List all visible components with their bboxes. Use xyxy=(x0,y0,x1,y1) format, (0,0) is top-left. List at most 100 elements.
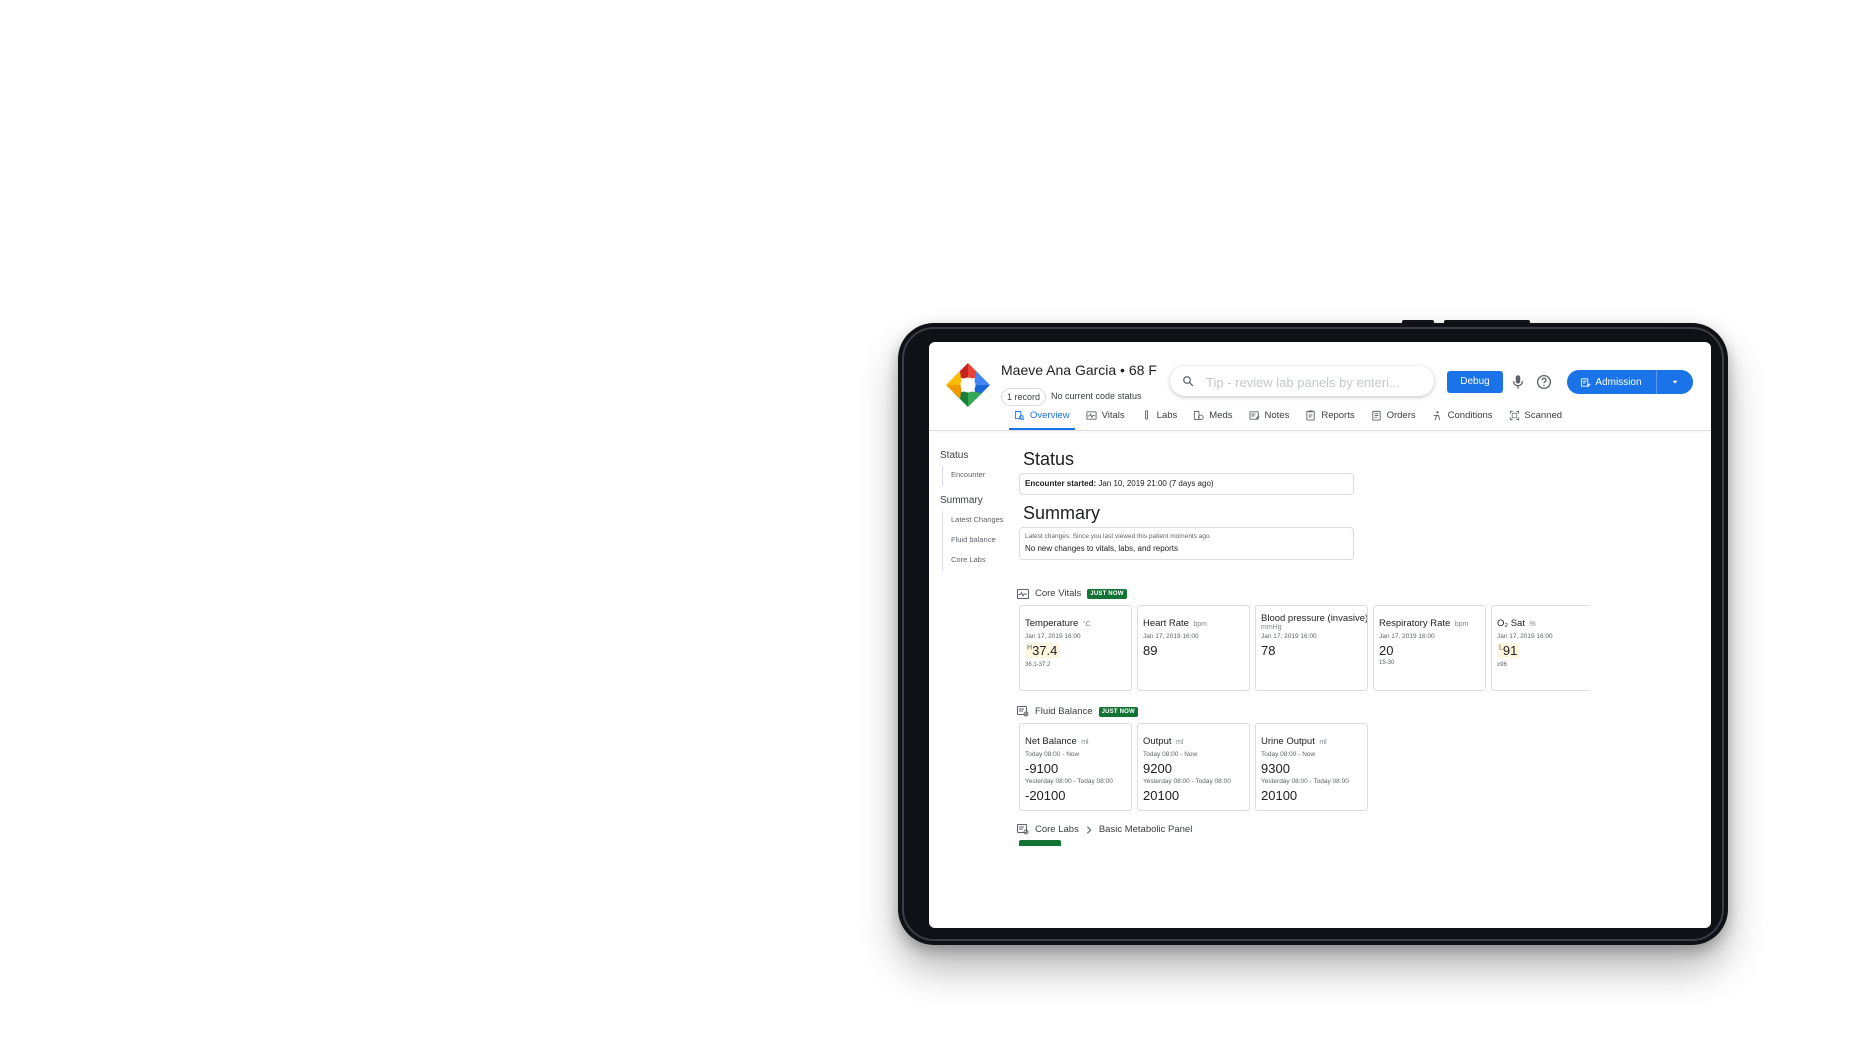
nav-item-encounter[interactable]: Encounter xyxy=(943,466,1006,486)
core-vitals-header[interactable]: Core Vitals JUST NOW xyxy=(1017,588,1127,599)
card-title: Temperature xyxy=(1025,618,1079,629)
vital-card-o2-sat[interactable]: O₂ Sat % Jan 17, 2019 16:00 L91 ≥96 xyxy=(1491,605,1591,691)
card-date: Jan 17, 2019 16:00 xyxy=(1261,633,1317,640)
card-period: Yesterday 08:00 - Today 08:00 xyxy=(1261,778,1349,785)
summary-heading: Summary xyxy=(1023,503,1101,523)
notes-icon xyxy=(1248,410,1260,420)
fluid-balance-header[interactable]: Fluid Balance JUST NOW xyxy=(1017,706,1138,717)
conditions-icon xyxy=(1433,410,1440,420)
admission-button[interactable]: Admission xyxy=(1567,370,1655,394)
search-icon xyxy=(1183,376,1194,387)
vital-card-respiratory-rate[interactable]: Respiratory Rate bpm Jan 17, 2019 16:00 … xyxy=(1373,605,1486,691)
vitals-icon xyxy=(1086,410,1097,420)
chevron-right-icon xyxy=(1086,825,1092,834)
fluid-card-output[interactable]: Output ml Today 08:00 - Now 9200 Yesterd… xyxy=(1137,723,1250,811)
help-icon[interactable] xyxy=(1535,373,1553,391)
card-unit: ml xyxy=(1175,739,1184,746)
tab-label: Labs xyxy=(1156,409,1178,421)
nav-item-latest-changes[interactable]: Latest Changes xyxy=(943,511,1006,531)
card-date: Jan 17, 2019 16:00 xyxy=(1379,633,1435,640)
vital-card-blood-pressure[interactable]: Blood pressure (invasive) mmHg Jan 17, 2… xyxy=(1255,605,1368,691)
card-title: Heart Rate xyxy=(1143,618,1189,629)
card-range: 15-30 xyxy=(1379,660,1395,666)
tab-orders[interactable]: Orders xyxy=(1363,402,1424,428)
nav-heading-status[interactable]: Status xyxy=(940,450,1006,463)
card-unit: % xyxy=(1529,621,1536,628)
card-value: 20100 xyxy=(1261,788,1298,803)
fluid-balance-title: Fluid Balance xyxy=(1035,706,1093,717)
nav-heading-summary[interactable]: Summary xyxy=(940,495,1006,508)
tab-labs[interactable]: Labs xyxy=(1133,402,1186,428)
admission-split-button[interactable]: Admission xyxy=(1567,370,1693,394)
card-value: 9300 xyxy=(1261,761,1290,776)
card-date: Jan 17, 2019 16:00 xyxy=(1497,633,1553,640)
admission-icon xyxy=(1581,377,1591,387)
labs-icon xyxy=(1144,409,1148,420)
vital-card-temperature[interactable]: Temperature °C Jan 17, 2019 16:00 H37.4 … xyxy=(1019,605,1132,691)
nav-item-core-labs[interactable]: Core Labs xyxy=(943,551,1006,571)
card-value: 20100 xyxy=(1143,788,1180,803)
tab-conditions[interactable]: Conditions xyxy=(1424,402,1501,428)
core-vitals-title: Core Vitals xyxy=(1035,588,1082,599)
orders-icon xyxy=(1371,410,1381,421)
patient-name: Maeve Ana Garcia • 68 F xyxy=(1001,362,1157,378)
section-nav: Status Encounter Summary Latest Changes … xyxy=(940,450,1006,580)
debug-button[interactable]: Debug xyxy=(1447,371,1503,393)
card-title: Urine Output xyxy=(1261,736,1315,747)
meds-icon xyxy=(1194,410,1204,420)
card-date: Jan 17, 2019 16:00 xyxy=(1025,633,1081,640)
tablet-button xyxy=(1402,320,1434,324)
tab-notes[interactable]: Notes xyxy=(1241,402,1298,428)
tab-label: Orders xyxy=(1386,409,1416,421)
header-divider xyxy=(929,430,1711,431)
card-value: 78 xyxy=(1261,643,1276,658)
card-unit: bpm xyxy=(1193,621,1208,628)
card-period: Today 08:00 - Now xyxy=(1143,751,1198,758)
card-title: O₂ Sat xyxy=(1497,618,1525,629)
nav-group-summary: Latest Changes Fluid balance Core Labs xyxy=(942,511,1006,571)
tab-reports[interactable]: Reports xyxy=(1297,402,1362,428)
overview-icon xyxy=(1014,410,1025,420)
fluid-card-net-balance[interactable]: Net Balance ml Today 08:00 - Now -9100 Y… xyxy=(1019,723,1132,811)
tab-label: Overview xyxy=(1030,409,1070,421)
card-unit: mmHg xyxy=(1261,624,1282,631)
core-labs-icon xyxy=(1017,824,1029,835)
code-status: No current code status xyxy=(1051,391,1142,401)
tab-label: Meds xyxy=(1209,409,1233,421)
card-title: Respiratory Rate xyxy=(1379,618,1451,629)
search-input[interactable] xyxy=(1204,372,1428,392)
core-labs-header[interactable]: Core Labs Basic Metabolic Panel xyxy=(1017,824,1192,835)
fluid-card-urine-output[interactable]: Urine Output ml Today 08:00 - Now 9300 Y… xyxy=(1255,723,1368,811)
tab-scanned[interactable]: Scanned xyxy=(1501,402,1571,428)
tablet-frame: Maeve Ana Garcia • 68 F 1 record No curr… xyxy=(898,320,1728,945)
tab-label: Reports xyxy=(1321,409,1355,421)
latest-changes-box: Latest changes: Since you last viewed th… xyxy=(1019,527,1354,560)
admission-dropdown-button[interactable] xyxy=(1657,370,1693,394)
just-now-badge: JUST NOW xyxy=(1087,588,1127,599)
core-labs-panel[interactable]: Basic Metabolic Panel xyxy=(1099,824,1192,835)
card-value: L91 xyxy=(1497,643,1520,658)
tab-bar: Overview Vitals Labs Meds Notes Reports … xyxy=(1006,402,1571,430)
card-unit: °C xyxy=(1082,621,1091,628)
caret-down-icon xyxy=(1672,380,1678,384)
vitals-icon xyxy=(1017,588,1029,599)
card-unit: ml xyxy=(1081,739,1089,746)
nav-item-fluid-balance[interactable]: Fluid balance xyxy=(943,531,1006,551)
tab-meds[interactable]: Meds xyxy=(1185,402,1240,428)
nav-group-status: Encounter xyxy=(942,466,1006,486)
card-title: Output xyxy=(1143,736,1172,747)
microphone-icon[interactable] xyxy=(1509,373,1527,391)
card-value: -20100 xyxy=(1025,788,1066,803)
tab-overview[interactable]: Overview xyxy=(1006,402,1078,430)
search-bar[interactable] xyxy=(1170,366,1434,396)
card-range: ≥96 xyxy=(1497,662,1507,668)
card-value: 20 xyxy=(1379,643,1394,658)
encounter-value: Jan 10, 2019 21:00 (7 days ago) xyxy=(1098,479,1214,488)
tab-vitals[interactable]: Vitals xyxy=(1078,402,1133,428)
latest-changes-text: Latest changes: Since you last viewed th… xyxy=(1025,533,1210,540)
card-period: Yesterday 08:00 - Today 08:00 xyxy=(1143,778,1231,785)
vital-card-heart-rate[interactable]: Heart Rate bpm Jan 17, 2019 16:00 89 xyxy=(1137,605,1250,691)
core-labs-title: Core Labs xyxy=(1035,824,1079,835)
fluid-balance-icon xyxy=(1017,706,1029,717)
tab-label: Notes xyxy=(1264,409,1290,421)
